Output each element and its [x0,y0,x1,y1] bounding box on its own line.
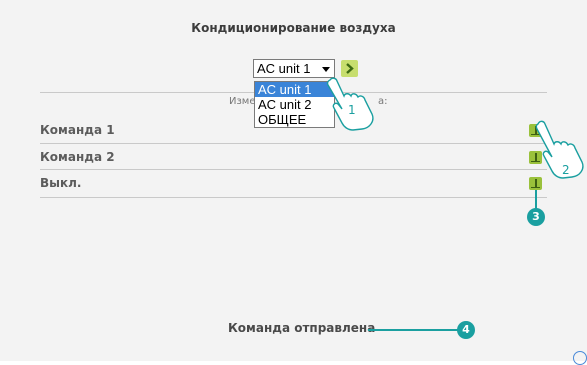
callout-badge-4: 4 [457,321,475,339]
callout-line [535,190,537,210]
callout-label-1: 1 [348,103,356,117]
chevron-down-icon[interactable] [322,67,330,72]
command-1-label: Команда 1 [40,123,115,137]
divider [40,143,547,144]
hand-pointer-icon [535,120,584,179]
divider [40,197,547,198]
air-conditioning-panel: Кондиционирование воздуха AC unit 1 Изме… [0,0,587,365]
help-circle-icon[interactable] [573,351,587,365]
command-off-label: Выкл. [40,176,82,190]
status-text: Команда отправлена [228,321,376,335]
unit-select-value: AC unit 1 [257,61,311,76]
divider [40,169,547,170]
subtitle-prefix: Изме [229,96,256,107]
callout-line [368,329,460,331]
page-title: Кондиционирование воздуха [191,21,396,35]
arrow-right-icon [346,63,354,74]
callout-badge-3: 3 [527,208,545,226]
command-2-label: Команда 2 [40,150,115,164]
go-button[interactable] [341,60,358,77]
callout-label-2: 2 [562,163,570,177]
